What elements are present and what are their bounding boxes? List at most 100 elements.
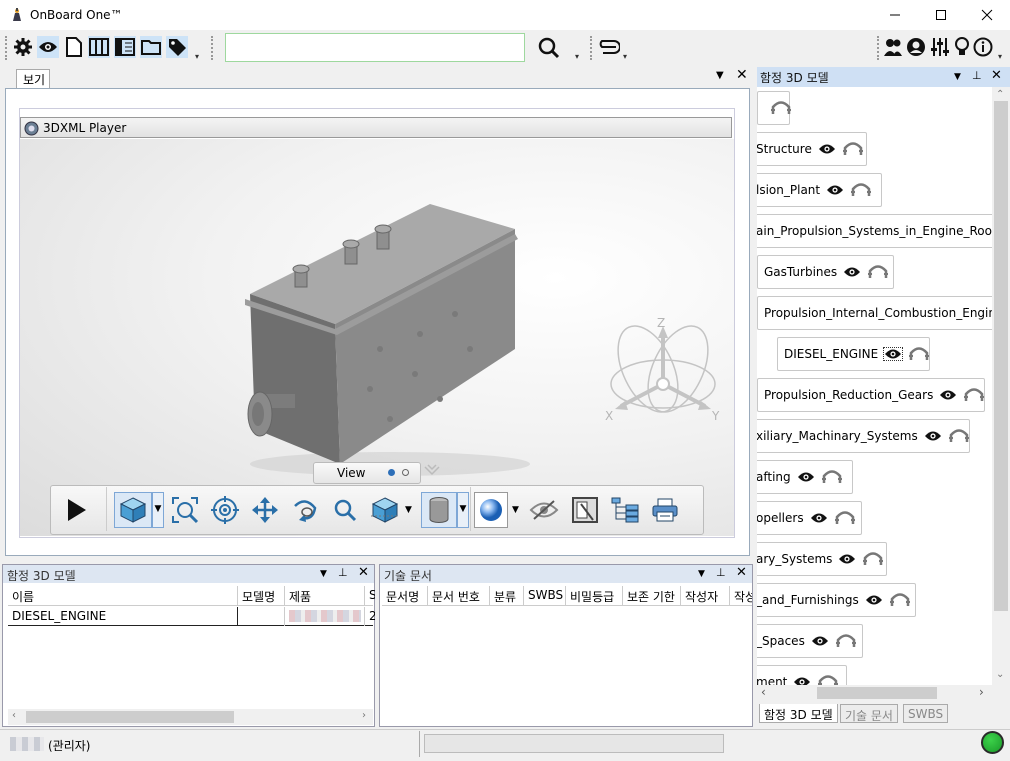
panel-menu-dropdown-icon[interactable]: ▼ xyxy=(954,72,961,82)
scroll-right-icon[interactable]: › xyxy=(362,710,366,721)
zoom-fit-icon[interactable] xyxy=(167,492,203,528)
pin-icon[interactable]: ⊥ xyxy=(972,69,982,82)
viewer-close-icon[interactable]: ✕ xyxy=(736,67,748,83)
scroll-right-icon[interactable]: › xyxy=(979,685,984,699)
column-s[interactable]: S xyxy=(365,586,375,606)
column-retention[interactable]: 보존 기한 xyxy=(623,586,681,605)
section-dropdown-icon[interactable]: ▼ xyxy=(405,505,412,515)
eye-icon[interactable] xyxy=(37,36,59,58)
print-icon[interactable] xyxy=(647,492,683,528)
close-window-button[interactable] xyxy=(964,0,1010,30)
tab-view[interactable]: 보기 xyxy=(16,69,50,88)
zoom-icon[interactable] xyxy=(327,492,363,528)
panel-close-icon[interactable]: ✕ xyxy=(991,68,1002,83)
background-dropdown-icon[interactable]: ▼ xyxy=(512,505,519,515)
minimize-button[interactable] xyxy=(872,0,918,30)
tree-node[interactable] xyxy=(757,91,792,125)
center-model-icon[interactable] xyxy=(963,387,985,403)
scrollbar-thumb[interactable] xyxy=(994,101,1008,611)
column-name[interactable]: 이름 xyxy=(8,586,238,606)
scrollbar-thumb[interactable] xyxy=(26,711,234,723)
tree-node[interactable]: Structure xyxy=(757,132,867,166)
diesel-engine-model[interactable] xyxy=(240,199,550,489)
columns-icon[interactable] xyxy=(88,36,110,58)
column-category[interactable]: 분류 xyxy=(490,586,524,605)
column-security-level[interactable]: 비밀등급 xyxy=(566,586,623,605)
center-model-icon[interactable] xyxy=(817,674,839,685)
tab-3d-model[interactable]: 함정 3D 모델 xyxy=(759,704,838,723)
column-product[interactable]: 제품 xyxy=(285,586,365,606)
background-sphere-icon[interactable] xyxy=(474,492,508,528)
visibility-eye-icon[interactable] xyxy=(843,266,861,278)
tree-node[interactable]: GasTurbines xyxy=(757,255,894,289)
panel-menu-dropdown-icon[interactable]: ▼ xyxy=(320,569,327,579)
tree-node[interactable]: _and_Furnishings xyxy=(757,583,916,617)
column-doc-name[interactable]: 문서명 xyxy=(382,586,428,605)
scroll-left-icon[interactable]: ‹ xyxy=(12,710,16,721)
account-icon[interactable] xyxy=(905,36,927,58)
column-created[interactable]: 작성 xyxy=(730,586,752,605)
tab-swbs[interactable]: SWBS xyxy=(903,704,949,723)
column-author[interactable]: 작성자 xyxy=(681,586,730,605)
tree-node[interactable]: lsion_Plant xyxy=(757,173,882,207)
book-icon[interactable] xyxy=(114,36,136,58)
cylinder-render-icon[interactable] xyxy=(421,492,457,528)
tree-vscrollbar[interactable]: ⌃ ⌄ xyxy=(992,87,1010,685)
visibility-eye-icon[interactable] xyxy=(883,347,904,361)
pan-icon[interactable] xyxy=(247,492,283,528)
attachment-overflow-icon[interactable]: ▾ xyxy=(623,52,627,61)
visibility-eye-icon[interactable] xyxy=(826,184,844,196)
search-icon[interactable] xyxy=(536,35,562,61)
tree-node[interactable]: ment xyxy=(757,665,847,685)
pin-view-icon[interactable] xyxy=(423,463,441,477)
visibility-eye-icon[interactable] xyxy=(924,430,942,442)
toolbar-grip[interactable] xyxy=(5,36,8,60)
column-model-name[interactable]: 모델명 xyxy=(238,586,285,606)
lightbulb-icon[interactable] xyxy=(951,36,973,58)
view-page-dot-active[interactable] xyxy=(388,469,395,476)
column-swbs[interactable]: SWBS xyxy=(524,586,566,605)
document-icon[interactable] xyxy=(63,36,85,58)
tree-hscrollbar[interactable]: ‹ › xyxy=(757,685,992,701)
visibility-eye-icon[interactable] xyxy=(865,594,883,606)
search-overflow-icon[interactable]: ▾ xyxy=(575,52,579,61)
model-list-hscrollbar[interactable]: ‹ › xyxy=(8,709,373,725)
folder-icon[interactable] xyxy=(140,36,162,58)
scrollbar-thumb[interactable] xyxy=(817,687,937,699)
visibility-eye-icon[interactable] xyxy=(810,512,828,524)
visibility-eye-icon[interactable] xyxy=(939,389,957,401)
cube-view-icon[interactable] xyxy=(114,492,152,528)
gear-icon[interactable] xyxy=(12,36,34,58)
search-input[interactable] xyxy=(225,33,525,62)
scroll-up-icon[interactable]: ⌃ xyxy=(996,89,1004,100)
tree-node[interactable]: xiliary_Machinary_Systems xyxy=(757,419,970,453)
center-model-icon[interactable] xyxy=(821,469,843,485)
tag-icon[interactable] xyxy=(166,36,188,58)
center-model-icon[interactable] xyxy=(834,510,856,526)
clipboard-icon[interactable] xyxy=(567,492,603,528)
maximize-button[interactable] xyxy=(918,0,964,30)
visibility-eye-icon[interactable] xyxy=(818,143,836,155)
settings-sliders-icon[interactable] xyxy=(929,36,951,58)
tree-node[interactable]: ain_Propulsion_Systems_in_Engine_Room xyxy=(757,214,992,248)
cube-view-dropdown-icon[interactable]: ▼ xyxy=(152,492,164,528)
panel-close-icon[interactable]: ✕ xyxy=(736,565,747,580)
tree-node[interactable]: ary_Systems xyxy=(757,542,887,576)
play-icon[interactable] xyxy=(58,492,94,528)
center-model-icon[interactable] xyxy=(770,100,792,116)
panel-menu-dropdown-icon[interactable]: ▼ xyxy=(698,569,705,579)
visibility-eye-icon[interactable] xyxy=(838,553,856,565)
center-model-icon[interactable] xyxy=(908,346,930,362)
panel-close-icon[interactable]: ✕ xyxy=(358,565,369,580)
rotate-icon[interactable] xyxy=(287,492,323,528)
toolbar-overflow-icon[interactable]: ▾ xyxy=(998,52,1002,61)
pin-icon[interactable]: ⊥ xyxy=(338,566,348,579)
visibility-eye-icon[interactable] xyxy=(797,471,815,483)
tree-node[interactable]: Propulsion_Internal_Combustion_Engine xyxy=(757,296,992,330)
tree-node[interactable]: _Spaces xyxy=(757,624,863,658)
tree-structure-icon[interactable] xyxy=(607,492,643,528)
axis-gizmo[interactable] xyxy=(603,314,723,424)
users-icon[interactable] xyxy=(882,36,904,58)
column-doc-number[interactable]: 문서 번호 xyxy=(428,586,490,605)
scroll-down-icon[interactable]: ⌄ xyxy=(996,669,1004,680)
